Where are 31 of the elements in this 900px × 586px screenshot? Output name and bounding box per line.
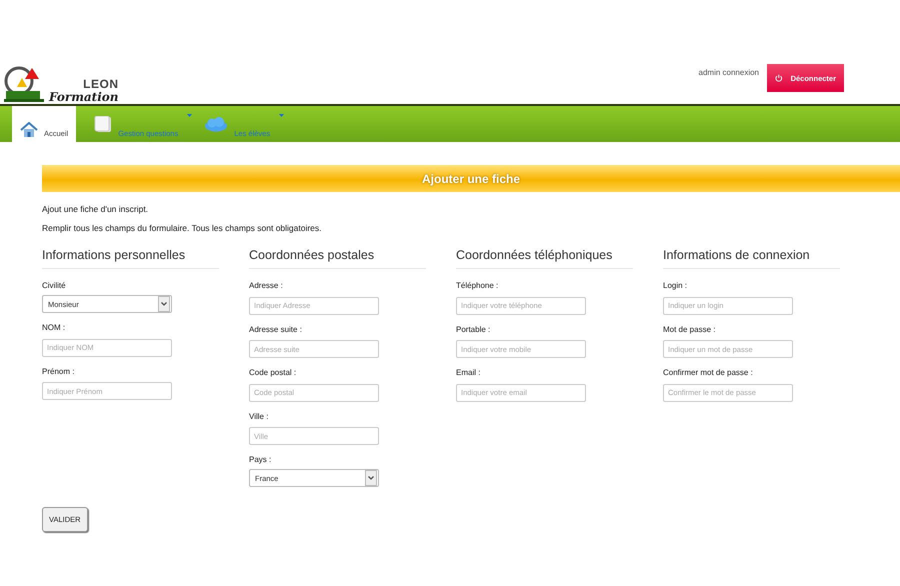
cloud-icon xyxy=(204,116,228,132)
home-icon xyxy=(20,122,38,138)
field-label: Civilité xyxy=(42,281,67,290)
field-label: Téléphone : xyxy=(456,281,500,290)
field-label: Mot de passe : xyxy=(663,324,716,334)
logo-drawing xyxy=(3,65,47,103)
field-label: Adresse : xyxy=(249,281,284,290)
page-title: Ajouter une fiche xyxy=(422,172,520,186)
chevron-down-icon xyxy=(365,470,377,486)
field-label: Adresse suite : xyxy=(249,324,303,334)
intro-text: Ajout une fiche d'un inscript. xyxy=(42,204,150,214)
chevron-down-icon xyxy=(158,296,170,312)
field-label: Confirmer mot de passe : xyxy=(663,368,754,377)
field-label: NOM : xyxy=(42,323,66,332)
section-heading: Coordonnées téléphoniques xyxy=(456,248,633,269)
field-label: Prénom : xyxy=(42,366,76,376)
field-label: Email : xyxy=(456,368,482,377)
user-name: admin connexion xyxy=(698,68,759,76)
field-label: Pays : xyxy=(249,455,272,464)
field-label: Ville : xyxy=(249,412,270,420)
section-heading: Coordonnées postales xyxy=(249,248,426,269)
power-icon xyxy=(775,74,783,82)
document-icon xyxy=(94,116,112,132)
section-heading: Informations de connexion xyxy=(663,248,840,269)
field-label: Login : xyxy=(663,281,688,290)
intro-text: Remplir tous les champs du formulaire. Tous les champs sont obligatoires. xyxy=(42,223,323,233)
section-heading: Informations personnelles xyxy=(42,248,219,269)
field-label: Portable : xyxy=(456,324,492,334)
logo-text: LEON xyxy=(83,78,118,90)
logo-subtitle: Formation xyxy=(49,91,118,103)
field-label: Code postal : xyxy=(249,368,298,377)
